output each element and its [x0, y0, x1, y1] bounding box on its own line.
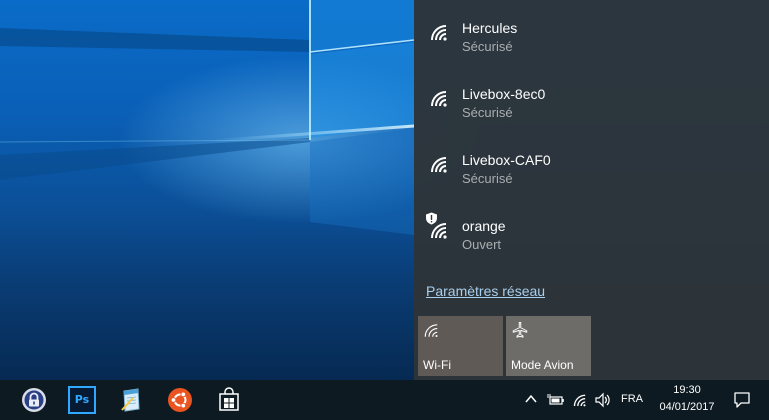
airplane-icon — [512, 322, 528, 338]
network-item-livebox-8ec0[interactable]: Livebox-8ec0 Sécurisé — [414, 66, 769, 128]
clock-time: 19:30 — [673, 384, 701, 396]
network-settings-link[interactable]: Paramètres réseau — [426, 283, 545, 299]
wifi-icon — [424, 324, 438, 338]
network-item-livebox-caf0[interactable]: Livebox-CAF0 Sécurisé — [414, 132, 769, 194]
network-security-status: Sécurisé — [462, 171, 513, 186]
shield-warning-icon — [426, 212, 437, 225]
keepass-icon[interactable] — [20, 386, 48, 414]
quick-action-label: Mode Avion — [511, 358, 574, 372]
network-ssid: Livebox-CAF0 — [462, 152, 551, 168]
battery-plug-icon[interactable] — [547, 392, 565, 408]
wifi-icon[interactable] — [572, 392, 589, 408]
photoshop-icon[interactable]: Ps — [68, 386, 96, 414]
quick-action-wifi[interactable]: Wi-Fi — [418, 316, 503, 376]
quick-action-airplane-mode[interactable]: Mode Avion — [506, 316, 591, 376]
language-indicator[interactable]: FRA — [621, 393, 643, 405]
photoshop-icon-label: Ps — [74, 393, 90, 406]
action-center-icon[interactable] — [733, 391, 751, 409]
chevron-up-icon[interactable] — [524, 392, 538, 406]
taskbar: Ps FRA 19:30 04/01/2017 — [0, 380, 769, 420]
network-security-status: Sécurisé — [462, 105, 513, 120]
network-ssid: Hercules — [462, 20, 518, 36]
ubuntu-icon[interactable] — [166, 386, 194, 414]
clock-date: 04/01/2017 — [659, 401, 715, 413]
quick-action-label: Wi-Fi — [423, 358, 451, 372]
wifi-icon — [431, 25, 447, 41]
wifi-icon — [431, 91, 447, 107]
network-security-status: Sécurisé — [462, 39, 513, 54]
network-flyout: Hercules Sécurisé Livebox-8ec0 Sécurisé … — [414, 0, 769, 380]
network-ssid: Livebox-8ec0 — [462, 86, 546, 102]
wifi-icon — [431, 157, 447, 173]
notepad-icon[interactable] — [117, 386, 145, 414]
volume-icon[interactable] — [594, 392, 612, 408]
network-ssid: orange — [462, 218, 506, 234]
store-icon[interactable] — [215, 386, 243, 414]
network-item-hercules[interactable]: Hercules Sécurisé — [414, 0, 769, 62]
network-security-status: Ouvert — [462, 237, 502, 252]
network-item-orange[interactable]: orange Ouvert — [414, 198, 769, 260]
